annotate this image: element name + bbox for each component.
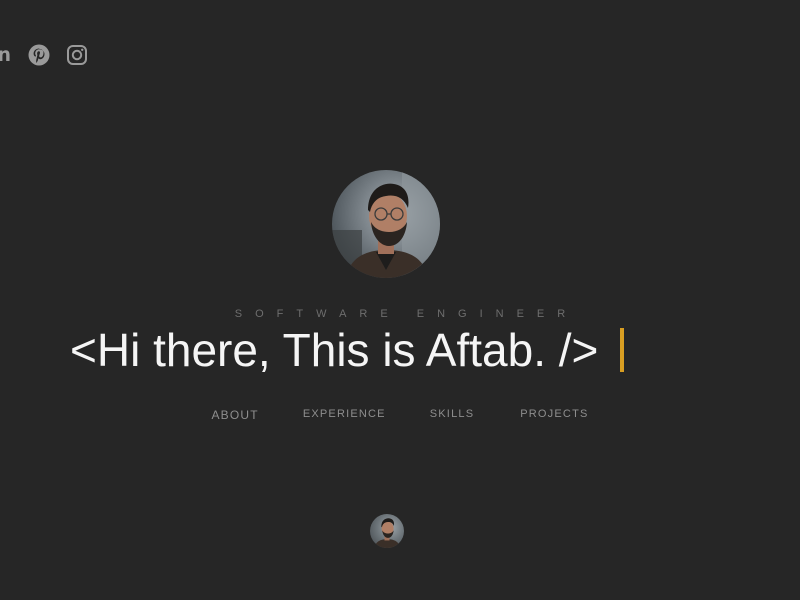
pinterest-icon[interactable]	[28, 44, 50, 66]
linkedin-label: in	[0, 44, 12, 66]
instagram-icon[interactable]	[66, 44, 88, 66]
mini-profile-photo	[374, 518, 401, 548]
linkedin-icon[interactable]: in	[0, 44, 12, 66]
scroll-avatar-button[interactable]	[370, 514, 404, 548]
headline-text: <Hi there, This is Aftab. />	[70, 324, 599, 376]
main-nav: ABOUT EXPERIENCE SKILLS PROJECTS	[0, 408, 800, 422]
profile-avatar	[332, 170, 440, 278]
instagram-glyph	[67, 45, 87, 65]
nav-about[interactable]: ABOUT	[211, 408, 258, 422]
role-subtitle: SOFTWARE ENGINEER	[234, 308, 579, 320]
typing-cursor	[620, 328, 625, 372]
nav-experience[interactable]: EXPERIENCE	[303, 408, 386, 422]
hero-headline: <Hi there, This is Aftab. />	[70, 322, 625, 378]
pinterest-glyph	[28, 44, 50, 66]
nav-skills[interactable]: SKILLS	[430, 408, 475, 422]
profile-photo	[332, 170, 440, 278]
social-links: in	[0, 44, 88, 66]
nav-projects[interactable]: PROJECTS	[520, 408, 588, 422]
